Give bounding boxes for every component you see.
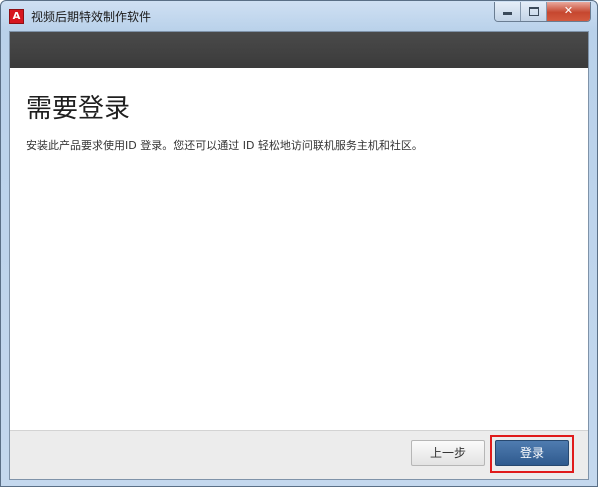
content-panel: 需要登录 安装此产品要求使用ID 登录。您还可以通过 ID 轻松地访问联机服务主… — [9, 31, 589, 480]
login-button[interactable]: 登录 — [495, 440, 569, 466]
close-icon: ✕ — [563, 4, 574, 17]
maximize-button[interactable] — [521, 2, 547, 21]
description-text: 安装此产品要求使用ID 登录。您还可以通过 ID 轻松地访问联机服务主机和社区。 — [26, 139, 423, 152]
adobe-logo-icon: A — [9, 9, 24, 24]
window-title: 视频后期特效制作软件 — [31, 10, 152, 24]
close-button[interactable]: ✕ — [547, 2, 590, 21]
back-button[interactable]: 上一步 — [411, 440, 485, 466]
footer-bar: 上一步 登录 — [10, 430, 588, 479]
page-title: 需要登录 — [26, 94, 131, 124]
maximize-icon — [528, 7, 539, 16]
header-band — [10, 32, 588, 68]
installer-window: A 视频后期特效制作软件 ✕ 需要登录 安装此产品要求使用ID 登录。您还可以通… — [0, 0, 598, 487]
minimize-button[interactable] — [495, 2, 521, 21]
minimize-icon — [503, 12, 512, 15]
title-bar[interactable]: A 视频后期特效制作软件 ✕ — [1, 1, 597, 31]
caption-buttons: ✕ — [494, 2, 591, 22]
